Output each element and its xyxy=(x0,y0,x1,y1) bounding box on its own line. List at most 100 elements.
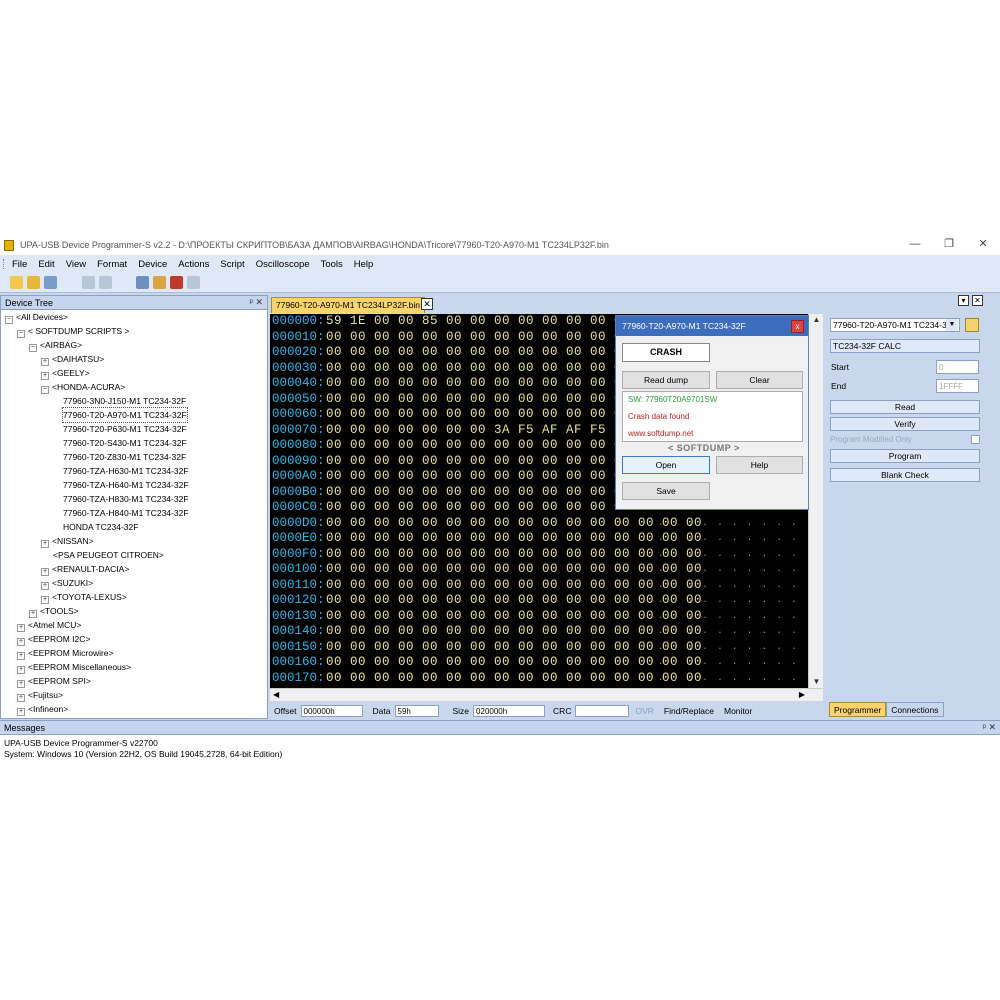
tree-node[interactable]: 77960-TZA-H830-M1 TC234-32F xyxy=(63,492,189,506)
data-field[interactable]: 59h xyxy=(394,704,439,717)
maximize-icon[interactable]: ❐ xyxy=(932,235,966,255)
close-icon[interactable]: ✕ xyxy=(255,297,263,307)
menu-oscilloscope[interactable]: Oscilloscope xyxy=(256,259,310,270)
pin-icon[interactable]: ᵖ xyxy=(983,722,986,732)
tree-node[interactable]: 77960-TZA-H640-M1 TC234-32F xyxy=(63,478,189,492)
tree-node[interactable]: <PSA PEUGEOT CITROEN> xyxy=(53,548,164,562)
copy-icon[interactable] xyxy=(99,276,112,289)
hex-bytes[interactable]: 00 00 00 00 00 00 00 00 00 00 00 00 00 0… xyxy=(326,655,702,669)
hex-row[interactable]: 000150:00 00 00 00 00 00 00 00 00 00 00 … xyxy=(270,640,808,656)
hex-bytes[interactable]: 00 00 00 00 00 00 00 00 00 00 00 00 00 0… xyxy=(326,562,702,576)
tree-node[interactable]: − <HONDA-ACURA> xyxy=(41,380,125,394)
offset-field[interactable]: 000000h xyxy=(300,704,363,717)
tree-node[interactable]: − <AIRBAG> xyxy=(29,338,82,352)
expand-icon[interactable]: + xyxy=(41,568,49,576)
calc-field[interactable]: TC234-32F CALC xyxy=(830,339,980,353)
bug-icon[interactable] xyxy=(170,276,183,289)
find-replace-button[interactable]: Find/Replace xyxy=(664,706,714,716)
hex-bytes[interactable]: 00 00 00 00 00 00 00 00 00 00 00 00 00 0… xyxy=(326,531,702,545)
hex-bytes[interactable]: 00 00 00 00 00 00 00 00 00 00 00 00 00 0… xyxy=(326,516,702,530)
horizontal-scrollbar[interactable]: ◀ ▶ xyxy=(270,688,823,701)
expand-icon[interactable]: + xyxy=(29,610,37,618)
scroll-left-icon[interactable]: ◀ xyxy=(273,690,279,699)
cut-icon[interactable] xyxy=(82,276,95,289)
collapse-icon[interactable]: − xyxy=(5,316,13,324)
tree-node[interactable]: + <TOYOTA-LEXUS> xyxy=(41,590,127,604)
scroll-right-icon[interactable]: ▶ xyxy=(799,690,805,699)
hex-row[interactable]: 0000F0:00 00 00 00 00 00 00 00 00 00 00 … xyxy=(270,547,808,563)
edit-icon[interactable] xyxy=(153,276,166,289)
close-icon[interactable]: ✕ xyxy=(988,722,996,732)
crc-field[interactable] xyxy=(575,704,630,717)
website-link[interactable]: www.softdump.net xyxy=(628,429,693,438)
expand-icon[interactable]: + xyxy=(41,358,49,366)
menu-view[interactable]: View xyxy=(66,259,86,270)
hex-row[interactable]: 000170:00 00 00 00 00 00 00 00 00 00 00 … xyxy=(270,671,808,687)
open-button[interactable]: Open xyxy=(622,456,710,474)
tree-node[interactable]: − < SOFTDUMP SCRIPTS > xyxy=(17,324,129,338)
expand-icon[interactable]: + xyxy=(17,694,25,702)
tree-node[interactable]: 77960-T20-Z830-M1 TC234-32F xyxy=(63,450,186,464)
menu-device[interactable]: Device xyxy=(138,259,167,270)
hex-bytes[interactable]: 00 00 00 00 00 00 00 00 00 00 00 00 00 0… xyxy=(326,547,702,561)
tree-node[interactable]: 77960-TZA-H840-M1 TC234-32F xyxy=(63,506,189,520)
tree-node[interactable]: 77960-3N0-J150-M1 TC234-32F xyxy=(63,394,186,408)
tree-node[interactable]: + <EEPROM SPI> xyxy=(17,674,91,688)
tool-icon[interactable] xyxy=(187,276,200,289)
hex-bytes[interactable]: 00 00 00 00 00 00 00 00 00 00 00 00 00 0… xyxy=(326,671,702,685)
tree-node[interactable]: 77960-T20-S430-M1 TC234-32F xyxy=(63,436,187,450)
menu-script[interactable]: Script xyxy=(220,259,244,270)
close-icon[interactable]: x xyxy=(791,320,804,333)
minimize-icon[interactable]: — xyxy=(898,235,932,255)
verify-button[interactable]: Verify xyxy=(830,417,980,431)
tree-node[interactable]: + <Atmel MCU> xyxy=(17,618,81,632)
tree-node[interactable]: − <All Devices> xyxy=(5,310,68,324)
expand-icon[interactable]: + xyxy=(41,596,49,604)
hex-bytes[interactable]: 00 00 00 00 00 00 00 00 00 00 00 00 00 0… xyxy=(326,593,702,607)
tree-node[interactable]: + <DAIHATSU> xyxy=(41,352,104,366)
tree-node[interactable]: + <EEPROM Miscellaneous> xyxy=(17,660,131,674)
hex-row[interactable]: 000100:00 00 00 00 00 00 00 00 00 00 00 … xyxy=(270,562,808,578)
menu-file[interactable]: File xyxy=(12,259,27,270)
device-select[interactable]: 77960-T20-A970-M1 TC234-32F xyxy=(830,318,960,332)
tree-node[interactable]: + <Fujitsu> xyxy=(17,688,63,702)
tree-node[interactable]: + <GEELY> xyxy=(41,366,90,380)
close-tab-icon[interactable]: ✕ xyxy=(421,298,433,310)
expand-icon[interactable]: + xyxy=(41,582,49,590)
tree-node[interactable]: + <NISSAN> xyxy=(41,534,94,548)
hex-row[interactable]: 0000D0:00 00 00 00 00 00 00 00 00 00 00 … xyxy=(270,516,808,532)
expand-icon[interactable]: + xyxy=(17,638,25,646)
tree-node[interactable]: + <SUZUKI> xyxy=(41,576,93,590)
expand-icon[interactable]: + xyxy=(17,652,25,660)
tree-node[interactable]: 77960-T20-A970-M1 TC234-32F xyxy=(62,407,188,423)
tree-node[interactable]: 77960-T20-P630-M1 TC234-32F xyxy=(63,422,187,436)
menu-help[interactable]: Help xyxy=(354,259,374,270)
save-icon[interactable] xyxy=(44,276,57,289)
end-input[interactable]: 1FFFF xyxy=(936,379,979,393)
tree-node[interactable]: + <TOOLS> xyxy=(29,604,79,618)
hex-row[interactable]: 0000E0:00 00 00 00 00 00 00 00 00 00 00 … xyxy=(270,531,808,547)
expand-icon[interactable]: + xyxy=(17,666,25,674)
program-button[interactable]: Program xyxy=(830,449,980,463)
expand-icon[interactable]: + xyxy=(17,708,25,716)
chevron-down-icon[interactable]: ▼ xyxy=(946,319,958,331)
tab-programmer[interactable]: Programmer xyxy=(829,702,887,717)
blank-check-button[interactable]: Blank Check xyxy=(830,468,980,482)
hex-row[interactable]: 000140:00 00 00 00 00 00 00 00 00 00 00 … xyxy=(270,624,808,640)
expand-icon[interactable]: + xyxy=(41,372,49,380)
clear-button[interactable]: Clear xyxy=(716,371,803,389)
tab-connections[interactable]: Connections xyxy=(886,702,944,717)
hex-bytes[interactable]: 00 00 00 00 00 00 00 00 00 00 00 00 00 0… xyxy=(326,624,702,638)
collapse-icon[interactable]: − xyxy=(17,330,25,338)
document-tab[interactable]: 77960-T20-A970-M1 TC234LP32F.bin xyxy=(271,297,425,313)
paste-icon[interactable] xyxy=(136,276,149,289)
menu-tools[interactable]: Tools xyxy=(321,259,343,270)
help-button[interactable]: Help xyxy=(716,456,803,474)
tree-node[interactable]: + <RENAULT-DACIA> xyxy=(41,562,129,576)
start-input[interactable]: 0 xyxy=(936,360,979,374)
collapse-icon[interactable]: − xyxy=(41,386,49,394)
vertical-scrollbar[interactable]: ▲ ▼ xyxy=(808,314,823,688)
tree-node[interactable]: + <Infineon> xyxy=(17,702,68,716)
scroll-down-icon[interactable]: ▼ xyxy=(809,676,824,688)
expand-icon[interactable]: + xyxy=(41,540,49,548)
